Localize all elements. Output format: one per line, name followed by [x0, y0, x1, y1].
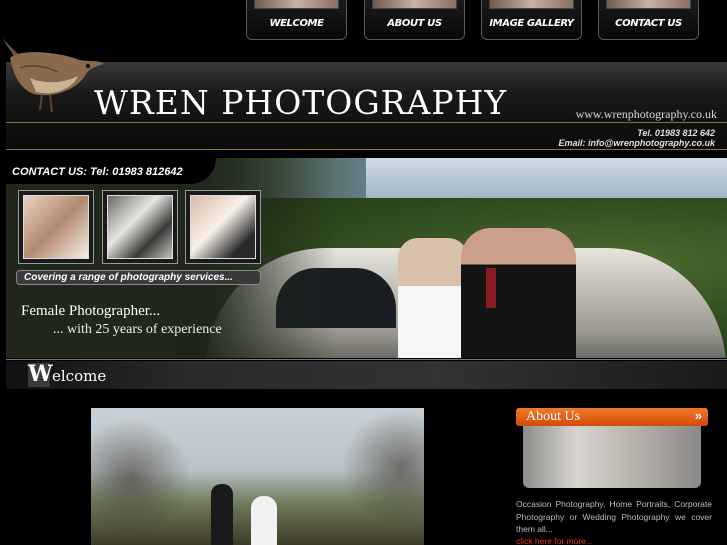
nav-image-gallery-button[interactable]: IMAGE GALLERY — [481, 0, 582, 40]
site-title: WREN PHOTOGRAPHY — [94, 83, 508, 122]
banner-contact-telephone: Tel: 01983 812642 — [90, 166, 183, 178]
banner-thumbnail-group[interactable] — [102, 190, 178, 264]
photo-groom — [211, 484, 233, 545]
header-telephone: Tel. 01983 812 642 — [637, 128, 715, 138]
banner-bride — [398, 238, 468, 358]
photo-tree — [91, 418, 191, 538]
nav-about-us-button[interactable]: ABOUT US — [364, 0, 465, 40]
banner-contact-label: CONTACT US: — [12, 166, 87, 178]
site-header: WREN PHOTOGRAPHY www.wrenphotography.co.… — [6, 62, 727, 150]
nav-image-gallery-thumbnail — [489, 0, 574, 9]
about-us-more-link[interactable]: click here for more... — [516, 536, 593, 545]
nav-contact-us-button[interactable]: CONTACT US — [598, 0, 699, 40]
header-gold-rule — [6, 122, 727, 123]
banner-groom — [461, 228, 576, 358]
thumbnail-image — [190, 195, 256, 259]
nav-about-us-label: ABOUT US — [387, 18, 442, 29]
chevron-right-icon: » — [694, 408, 702, 423]
welcome-heading: elcome — [52, 367, 107, 385]
about-us-title: About Us — [526, 409, 581, 424]
header-email: Email: info@wrenphotography.co.uk — [558, 138, 715, 148]
main-wedding-photo — [91, 408, 424, 545]
nav-welcome-thumbnail — [254, 0, 339, 9]
nav-contact-us-label: CONTACT US — [615, 18, 682, 29]
site-url: www.wrenphotography.co.uk — [575, 107, 717, 121]
wren-bird-logo — [2, 38, 104, 113]
banner-contact: CONTACT US: Tel: 01983 812642 — [12, 166, 183, 178]
banner-groom-tie — [486, 268, 496, 308]
thumbnail-image — [23, 195, 89, 259]
about-us-photo — [523, 426, 701, 488]
female-photographer-text: Female Photographer... — [21, 303, 161, 319]
photo-tree — [341, 408, 424, 528]
nav-welcome-button[interactable]: WELCOME — [246, 0, 347, 40]
experience-text: ... with 25 years of experience — [53, 322, 222, 337]
services-banner: Covering a range of photography services… — [16, 270, 261, 285]
photo-bride — [251, 496, 277, 545]
hero-banner: CONTACT US: Tel: 01983 812642 Covering a… — [6, 158, 727, 358]
top-navigation: WELCOME ABOUT US IMAGE GALLERY CONTACT U… — [0, 0, 727, 42]
welcome-heading-bar: W elcome — [6, 359, 727, 389]
nav-contact-us-thumbnail — [606, 0, 691, 9]
about-us-tab[interactable]: About Us » — [516, 408, 708, 426]
thumbnail-image — [107, 195, 173, 259]
nav-welcome-label: WELCOME — [269, 18, 324, 29]
welcome-initial: W — [28, 361, 53, 387]
banner-thumbnail-children[interactable] — [18, 190, 94, 264]
about-us-description: Occasion Photography, Home Portraits, Co… — [516, 499, 712, 534]
nav-image-gallery-label: IMAGE GALLERY — [489, 18, 574, 29]
header-bottom-rule — [6, 149, 727, 150]
nav-about-us-thumbnail — [372, 0, 457, 9]
banner-thumbnail-bride[interactable] — [185, 190, 261, 264]
welcome-top-rule — [6, 359, 727, 360]
